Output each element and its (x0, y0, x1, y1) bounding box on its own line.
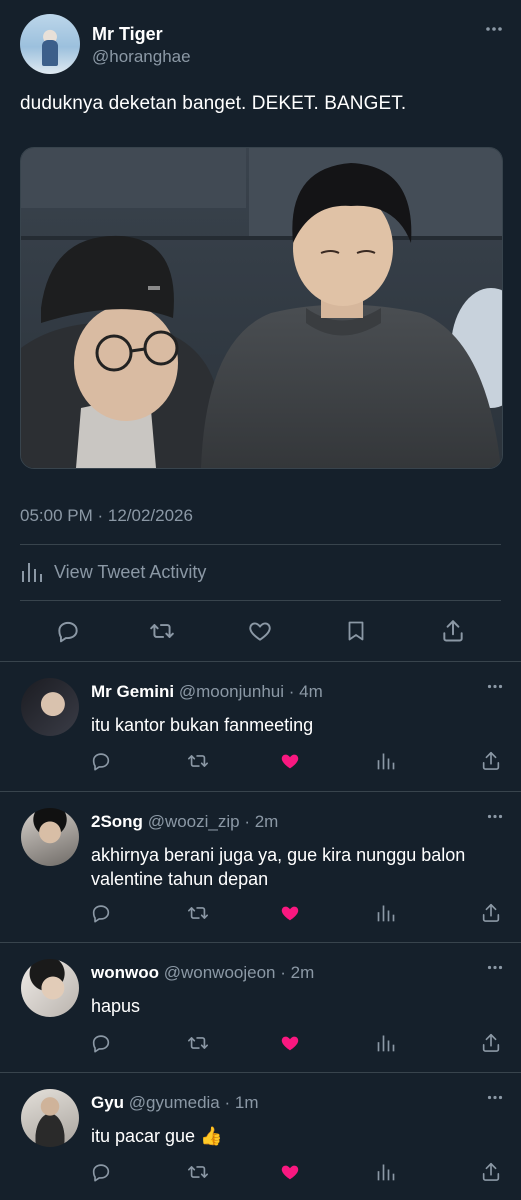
reply-text: itu kantor bukan fanmeeting (91, 715, 314, 735)
more-options-icon[interactable] (485, 26, 503, 32)
reply-time: 2m (254, 812, 279, 831)
reply-display-name[interactable]: 2Song (91, 812, 143, 831)
share-icon[interactable] (480, 750, 502, 772)
heart-icon[interactable] (279, 1161, 301, 1183)
share-icon[interactable] (480, 902, 502, 924)
tweet-timestamp: 05:00 PM · 12/02/2026 (20, 506, 193, 525)
reply-handle[interactable]: @wonwoojeon (164, 963, 276, 982)
bar-chart-icon[interactable] (376, 902, 396, 924)
bar-chart-icon[interactable] (376, 750, 396, 772)
more-options-icon[interactable] (487, 1095, 503, 1100)
reply-tweet[interactable]: 2Song @woozi_zip · 2m akhirnya berani ju… (0, 791, 521, 943)
bar-chart-icon[interactable] (376, 1161, 396, 1183)
tweet-photo[interactable] (20, 147, 503, 469)
more-options-icon[interactable] (487, 684, 503, 689)
retweet-icon[interactable] (186, 750, 210, 772)
reply-avatar[interactable] (21, 678, 79, 736)
tweet-action-bar (0, 612, 521, 652)
retweet-icon[interactable] (148, 618, 176, 644)
more-options-icon[interactable] (487, 814, 503, 819)
bookmark-icon[interactable] (344, 618, 368, 644)
reply-time: 4m (299, 682, 323, 701)
reply-icon[interactable] (90, 1032, 112, 1054)
reply-handle[interactable]: @woozi_zip (148, 812, 240, 831)
reply-display-name[interactable]: wonwoo (91, 963, 159, 982)
reply-icon[interactable] (90, 1161, 112, 1183)
divider (20, 600, 501, 601)
retweet-icon[interactable] (186, 902, 210, 924)
reply-text: akhirnya berani juga ya, gue kira nunggu… (91, 845, 466, 889)
reply-avatar[interactable] (21, 959, 79, 1017)
reply-separator: · (275, 963, 291, 982)
reply-handle[interactable]: @moonjunhui (179, 682, 284, 701)
view-tweet-activity[interactable]: View Tweet Activity (20, 560, 206, 584)
bar-chart-icon[interactable] (376, 1032, 396, 1054)
reply-action-bar (0, 1032, 521, 1060)
reply-icon[interactable] (90, 750, 112, 772)
reply-separator: · (219, 1093, 235, 1112)
author-display-name[interactable]: Mr Tiger (92, 24, 163, 45)
bar-chart-icon (20, 560, 44, 584)
share-icon[interactable] (480, 1161, 502, 1183)
reply-separator: · (284, 682, 300, 701)
reply-separator: · (239, 812, 255, 831)
reply-time: 2m (290, 963, 315, 982)
reply-action-bar (0, 750, 521, 778)
reply-icon[interactable] (55, 618, 81, 644)
reply-avatar[interactable] (21, 1089, 79, 1147)
reply-avatar[interactable] (21, 808, 79, 866)
reply-tweet[interactable]: Gyu @gyumedia · 1m itu pacar gue 👍 (0, 1072, 521, 1197)
share-icon[interactable] (440, 618, 466, 644)
reply-time: 1m (234, 1093, 259, 1112)
reply-text: itu pacar gue 👍 (91, 1126, 223, 1146)
divider (20, 544, 501, 545)
heart-icon[interactable] (279, 1032, 301, 1054)
heart-icon[interactable] (247, 618, 273, 644)
reply-tweet[interactable]: Mr Gemini @moonjunhui · 4m itu kantor bu… (0, 661, 521, 792)
heart-icon[interactable] (279, 750, 301, 772)
reply-display-name[interactable]: Mr Gemini (91, 682, 174, 701)
more-options-icon[interactable] (487, 965, 503, 970)
reply-action-bar (0, 1161, 521, 1189)
reply-action-bar (0, 902, 521, 930)
reply-handle[interactable]: @gyumedia (129, 1093, 220, 1112)
retweet-icon[interactable] (186, 1161, 210, 1183)
reply-display-name[interactable]: Gyu (91, 1093, 124, 1112)
tweet-text: duduknya deketan banget. DEKET. BANGET. (20, 93, 407, 114)
author-handle[interactable]: @horanghae (92, 47, 191, 67)
author-avatar[interactable] (20, 14, 80, 74)
share-icon[interactable] (480, 1032, 502, 1054)
retweet-icon[interactable] (186, 1032, 210, 1054)
heart-icon[interactable] (279, 902, 301, 924)
reply-tweet[interactable]: wonwoo @wonwoojeon · 2m hapus (0, 942, 521, 1073)
view-tweet-activity-label: View Tweet Activity (54, 561, 207, 582)
reply-text: hapus (91, 996, 141, 1016)
reply-icon[interactable] (90, 902, 112, 924)
